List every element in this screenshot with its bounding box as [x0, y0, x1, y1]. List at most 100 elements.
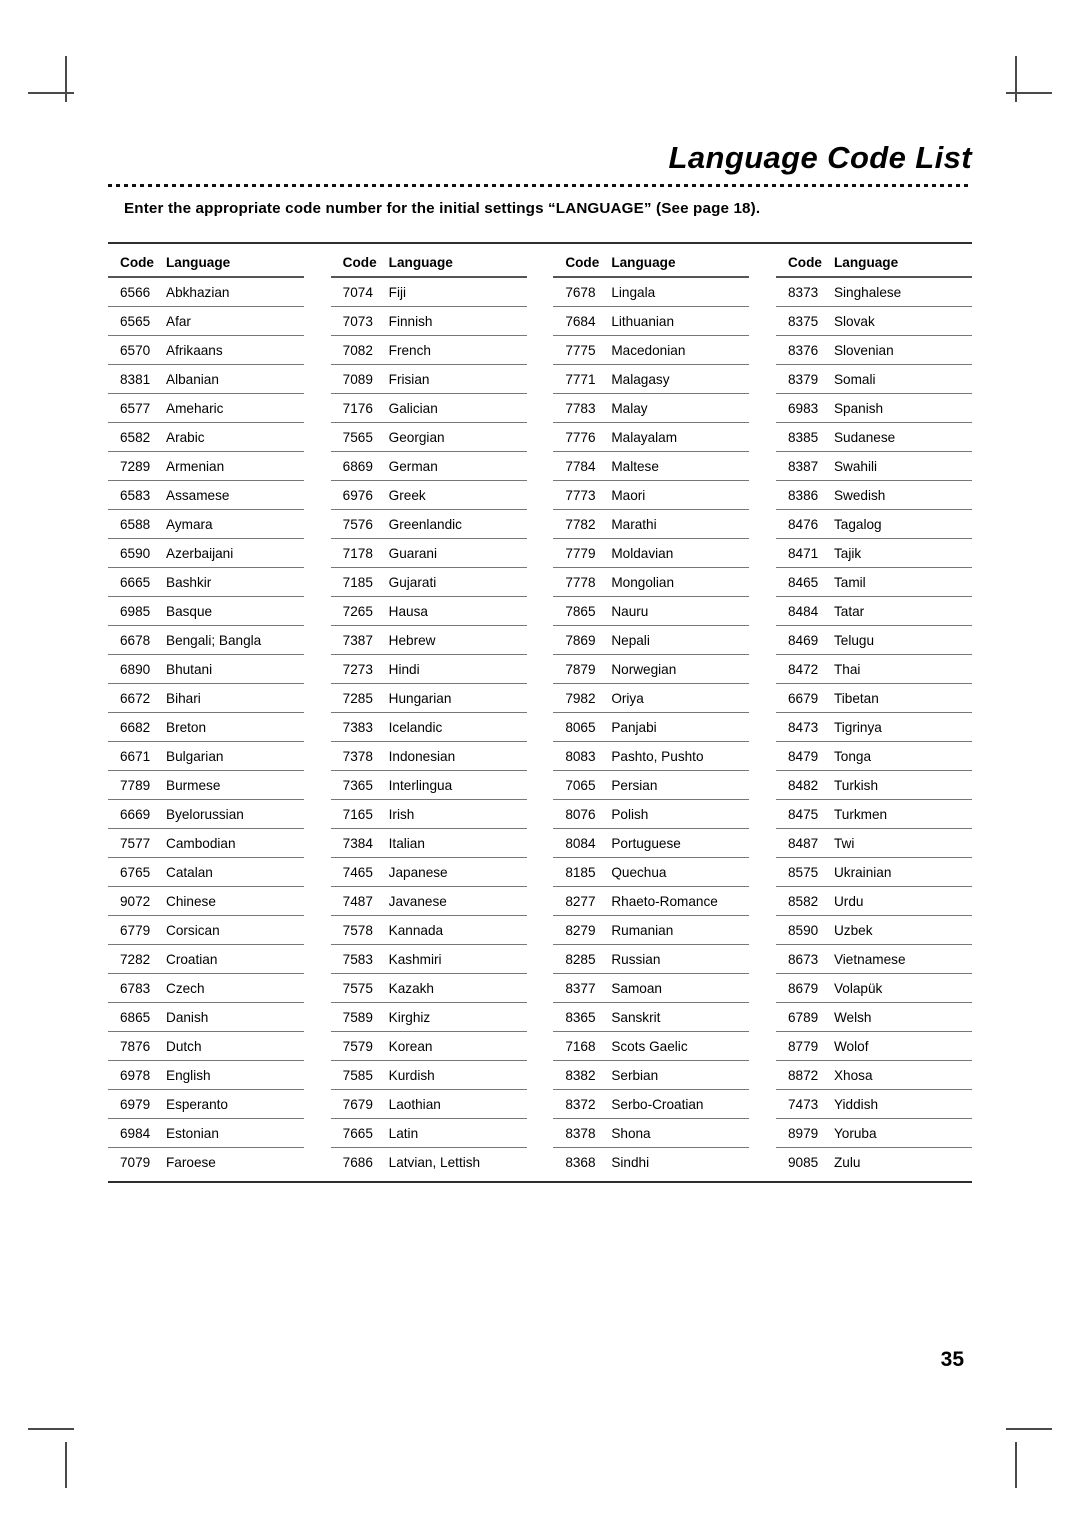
- cell-language: Gujarati: [388, 574, 437, 590]
- cell-code: 7684: [565, 313, 596, 329]
- cell-code: 7778: [565, 574, 596, 590]
- cell-language: Tatar: [833, 603, 865, 619]
- cell-code: 7285: [342, 690, 373, 706]
- cell-language: Turkmen: [833, 806, 888, 822]
- column-header-code: Code: [120, 254, 154, 270]
- cell-code: 6565: [120, 313, 151, 329]
- cell-code: 6570: [120, 342, 151, 358]
- cell-language: Maori: [611, 487, 646, 503]
- table-row: 7565 Georgian: [330, 423, 527, 452]
- page-title: Language Code List: [668, 140, 972, 175]
- table-row: 7771 Malagasy: [553, 365, 750, 394]
- table-row: 8185 Quechua: [553, 858, 750, 887]
- table-row: 7487 Javanese: [330, 887, 527, 916]
- cell-language: Czech: [166, 980, 205, 996]
- cell-code: 7576: [342, 516, 373, 532]
- cell-language: Thai: [833, 661, 861, 677]
- table-row: 8590 Uzbek: [775, 916, 972, 945]
- cell-language: Slovak: [833, 313, 875, 329]
- cell-language: Mongolian: [611, 574, 675, 590]
- table-row: 8372 Serbo-Croatian: [553, 1090, 750, 1119]
- table-row: 6570 Afrikaans: [108, 336, 304, 365]
- table-row: 7178 Guarani: [330, 539, 527, 568]
- cell-code: 6665: [120, 574, 151, 590]
- cell-language: Croatian: [166, 951, 218, 967]
- table-row: 7783 Malay: [553, 394, 750, 423]
- cell-language: Yiddish: [833, 1096, 879, 1112]
- cell-language: Kazakh: [388, 980, 434, 996]
- cell-code: 7678: [565, 284, 596, 300]
- cell-language: Greek: [388, 487, 426, 503]
- cell-code: 6985: [120, 603, 151, 619]
- cell-language: Assamese: [166, 487, 230, 503]
- cell-language: Hindi: [388, 661, 420, 677]
- table-row: 8482 Turkish: [775, 771, 972, 800]
- language-code-table: Code Language 6566 Abkhazian 6565 Afar 6570 Afr…: [108, 241, 972, 1183]
- table-row: 7578 Kannada: [330, 916, 527, 945]
- cell-language: Esperanto: [166, 1096, 228, 1112]
- table-row: 8279 Rumanian: [553, 916, 750, 945]
- table-row: 8469 Telugu: [775, 626, 972, 655]
- cell-code: 7176: [342, 400, 373, 416]
- cell-code: 7776: [565, 429, 596, 445]
- cell-language: Lingala: [611, 284, 656, 300]
- cell-language: Breton: [166, 719, 207, 735]
- cell-code: 8872: [787, 1067, 819, 1083]
- cell-code: 7784: [565, 458, 596, 474]
- cell-code: 8475: [787, 806, 819, 822]
- cell-code: 7665: [342, 1125, 373, 1141]
- cell-code: 6976: [342, 487, 373, 503]
- table-row: 6590 Azerbaijani: [108, 539, 304, 568]
- cell-code: 7782: [565, 516, 596, 532]
- cell-code: 6983: [787, 400, 819, 416]
- cell-code: 7383: [342, 719, 373, 735]
- cell-code: 6682: [120, 719, 151, 735]
- table-row: 6789 Welsh: [775, 1003, 972, 1032]
- cell-code: 7789: [120, 777, 151, 793]
- table-row: 8386 Swedish: [775, 481, 972, 510]
- cell-language: Rhaeto-Romance: [611, 893, 718, 909]
- cell-code: 7487: [342, 893, 373, 909]
- cell-language: Telugu: [833, 632, 875, 648]
- table-row: 8285 Russian: [553, 945, 750, 974]
- cell-code: 8487: [787, 835, 819, 851]
- cell-code: 6779: [120, 922, 151, 938]
- cell-code: 7282: [120, 951, 151, 967]
- table-row: 8065 Panjabi: [553, 713, 750, 742]
- cell-code: 8484: [787, 603, 819, 619]
- table-column: Code Language 7074 Fiji 7073 Finnish 7082 Frenc…: [330, 248, 527, 1176]
- cell-language: Faroese: [166, 1154, 216, 1170]
- cell-language: Russian: [611, 951, 661, 967]
- cell-code: 7779: [565, 545, 596, 561]
- column-header-code: Code: [342, 254, 377, 270]
- cell-language: Vietnamese: [833, 951, 906, 967]
- cell-code: 7773: [565, 487, 596, 503]
- cell-language: German: [388, 458, 438, 474]
- cell-code: 6672: [120, 690, 151, 706]
- cell-code: 6583: [120, 487, 151, 503]
- instruction-text: Enter the appropriate code number for th…: [124, 199, 761, 217]
- cell-code: 8582: [787, 893, 819, 909]
- column-header-code: Code: [565, 254, 600, 270]
- cell-language: Corsican: [166, 922, 220, 938]
- cell-code: 9085: [787, 1154, 819, 1170]
- cell-language: Interlingua: [388, 777, 453, 793]
- cell-code: 7578: [342, 922, 373, 938]
- cell-language: Yoruba: [833, 1125, 877, 1141]
- cell-language: Persian: [611, 777, 658, 793]
- table-row: 6566 Abkhazian: [108, 278, 304, 307]
- table-row: 6984 Estonian: [108, 1119, 304, 1148]
- cell-language: Nauru: [611, 603, 649, 619]
- table-row: 8487 Twi: [775, 829, 972, 858]
- cell-language: Malayalam: [611, 429, 678, 445]
- table-row: 7784 Maltese: [553, 452, 750, 481]
- cell-code: 7365: [342, 777, 373, 793]
- column-header-row: Code Language: [330, 248, 527, 278]
- cell-language: Chinese: [166, 893, 216, 909]
- cell-language: Afrikaans: [166, 342, 223, 358]
- table-row: 8476 Tagalog: [775, 510, 972, 539]
- cell-code: 7982: [565, 690, 596, 706]
- cell-language: Arabic: [166, 429, 205, 445]
- cell-language: Singhalese: [833, 284, 902, 300]
- cell-language: Serbo-Croatian: [611, 1096, 704, 1112]
